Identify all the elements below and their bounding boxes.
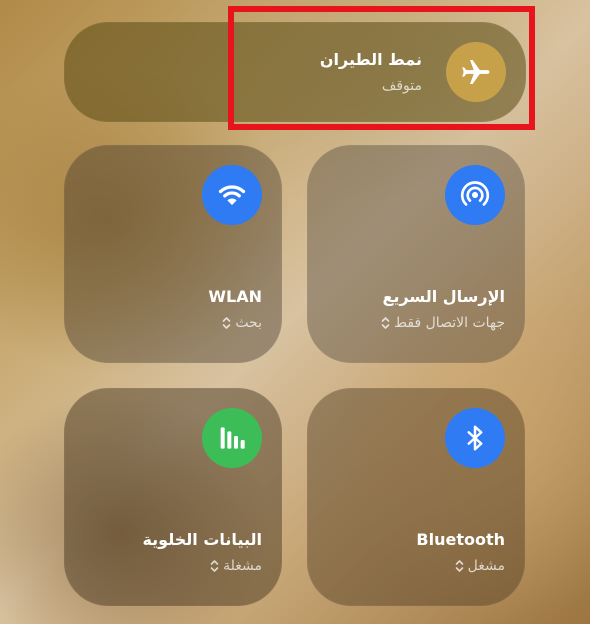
bluetooth-toggle[interactable] <box>445 408 505 468</box>
cellular-data-text: البيانات الخلوية مشغلة <box>72 530 262 576</box>
cellular-data-toggle[interactable] <box>202 408 262 468</box>
quick-share-status-row[interactable]: جهات الاتصال فقط <box>315 313 505 333</box>
bluetooth-status-row[interactable]: مشغل <box>315 556 505 576</box>
wifi-icon <box>218 185 246 205</box>
cellular-data-title: البيانات الخلوية <box>142 530 262 549</box>
quick-share-toggle[interactable] <box>445 165 505 225</box>
cellular-data-tile[interactable]: البيانات الخلوية مشغلة <box>64 388 282 606</box>
broadcast-icon <box>460 181 490 206</box>
wlan-status-row[interactable]: بحث <box>72 313 262 333</box>
bluetooth-text: Bluetooth مشغل <box>315 530 505 576</box>
quick-share-text: الإرسال السريع جهات الاتصال فقط <box>315 287 505 333</box>
cellular-data-status: مشغلة <box>223 558 262 574</box>
chevron-up-down-icon <box>210 560 219 572</box>
bluetooth-title: Bluetooth <box>416 530 505 549</box>
bluetooth-status: مشغل <box>467 558 505 574</box>
quick-share-status: جهات الاتصال فقط <box>394 315 505 331</box>
bluetooth-tile[interactable]: Bluetooth مشغل <box>307 388 525 606</box>
wlan-text: WLAN بحث <box>72 287 262 333</box>
wlan-toggle[interactable] <box>202 165 262 225</box>
quick-share-title: الإرسال السريع <box>382 287 505 306</box>
wlan-tile[interactable]: WLAN بحث <box>64 145 282 363</box>
quick-share-tile[interactable]: الإرسال السريع جهات الاتصال فقط <box>307 145 525 363</box>
bluetooth-icon <box>467 425 483 451</box>
chevron-up-down-icon <box>455 560 463 572</box>
chevron-up-down-icon <box>223 317 231 329</box>
cellular-data-status-row[interactable]: مشغلة <box>72 556 262 576</box>
wlan-status: بحث <box>235 315 262 331</box>
chevron-up-down-icon <box>381 317 390 329</box>
cellular-bars-icon <box>220 427 245 449</box>
wlan-title: WLAN <box>208 287 262 306</box>
highlight-box <box>228 6 535 130</box>
